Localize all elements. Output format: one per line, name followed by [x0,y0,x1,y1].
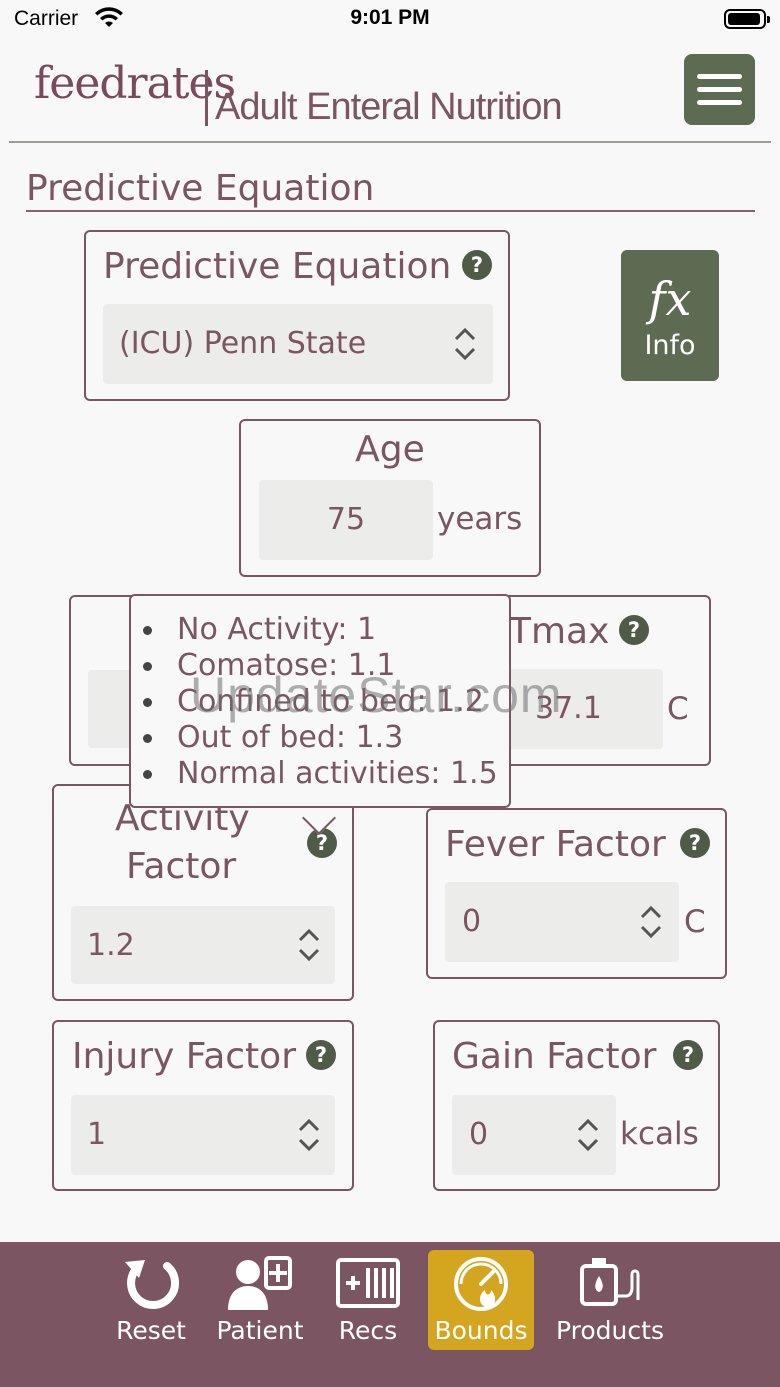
gain-factor-select[interactable]: 0 [452,1095,616,1175]
app-title: Adult Enteral Nutrition [215,86,563,128]
tab-reset-label: Reset [116,1316,186,1345]
fever-factor-unit: C [684,904,706,940]
menu-button[interactable] [684,54,755,125]
info-button[interactable]: fx Info [621,250,719,381]
logo-divider [205,70,208,126]
chevron-updown-icon [298,928,320,962]
bounds-icon [454,1257,508,1311]
section-divider [26,210,755,212]
activity-factor-value: 1.2 [87,928,135,963]
tmax-label: Tmax [509,611,610,652]
tab-bar: Reset Patient Recs Bounds Products [0,1242,780,1387]
predictive-equation-help-icon[interactable]: ? [462,250,492,280]
age-input[interactable]: 75 [259,480,433,560]
injury-factor-card: Injury Factor ? 1 [52,1020,354,1191]
products-icon [580,1258,640,1306]
fever-factor-select[interactable]: 0 [445,882,679,962]
section-title: Predictive Equation [26,168,375,209]
tab-bounds[interactable]: Bounds [428,1250,534,1350]
reset-icon [125,1260,180,1310]
recs-icon [336,1258,400,1308]
activity-factor-select[interactable]: 1.2 [71,906,335,984]
clock: 9:01 PM [350,6,430,29]
tab-recs-label: Recs [338,1316,398,1345]
injury-factor-help-icon[interactable]: ? [306,1040,336,1070]
gain-factor-label: Gain Factor [452,1036,657,1077]
activity-factor-help-icon[interactable]: ? [307,828,337,858]
chevron-updown-icon [298,1118,320,1152]
tooltip-item: No Activity: 1 [141,612,498,648]
activity-factor-label-line2: Factor [126,846,237,887]
battery-icon [724,9,770,29]
hamburger-icon [697,74,742,79]
tab-patient[interactable]: Patient [211,1250,309,1350]
tooltip-item: Normal activities: 1.5 [141,756,498,792]
chevron-updown-icon [577,1118,599,1152]
fever-factor-label: Fever Factor [445,824,666,865]
tab-products-label: Products [556,1316,664,1345]
age-value: 75 [326,502,366,537]
tab-bounds-label: Bounds [434,1316,528,1345]
predictive-equation-label: Predictive Equation [103,246,452,287]
gain-factor-value: 0 [469,1117,489,1152]
gain-factor-help-icon[interactable]: ? [673,1040,703,1070]
age-label: Age [355,429,425,470]
tab-reset[interactable]: Reset [108,1250,194,1350]
predictive-equation-card: Predictive Equation ? (ICU) Penn State [84,230,510,401]
injury-factor-select[interactable]: 1 [71,1095,335,1175]
fever-factor-help-icon[interactable]: ? [680,828,710,858]
tooltip-item: Out of bed: 1.3 [141,720,498,756]
gain-factor-unit: kcals [620,1116,699,1152]
header-divider [9,141,771,143]
info-label: Info [644,330,696,361]
gain-factor-card: Gain Factor ? 0 kcals [433,1020,720,1191]
chevron-updown-icon [454,327,476,361]
predictive-equation-value: (ICU) Penn State [119,326,367,361]
patient-icon [228,1256,292,1310]
fever-factor-card: Fever Factor ? 0 C [426,808,727,979]
tab-products[interactable]: Products [553,1250,667,1350]
injury-factor-label: Injury Factor [72,1036,296,1077]
function-icon: fx [648,272,692,326]
chevron-updown-icon [640,905,662,939]
predictive-equation-select[interactable]: (ICU) Penn State [103,304,493,384]
tab-recs[interactable]: Recs [330,1250,406,1350]
tab-patient-label: Patient [216,1316,304,1345]
age-card: Age 75 years [239,419,541,577]
tmax-help-icon[interactable]: ? [619,615,649,645]
injury-factor-value: 1 [87,1117,107,1152]
fever-factor-value: 0 [462,904,482,939]
watermark: UpdateStar.com [190,667,563,723]
status-bar: Carrier 9:01 PM [0,0,780,40]
tmax-unit: C [667,691,689,727]
age-unit: years [437,501,523,537]
